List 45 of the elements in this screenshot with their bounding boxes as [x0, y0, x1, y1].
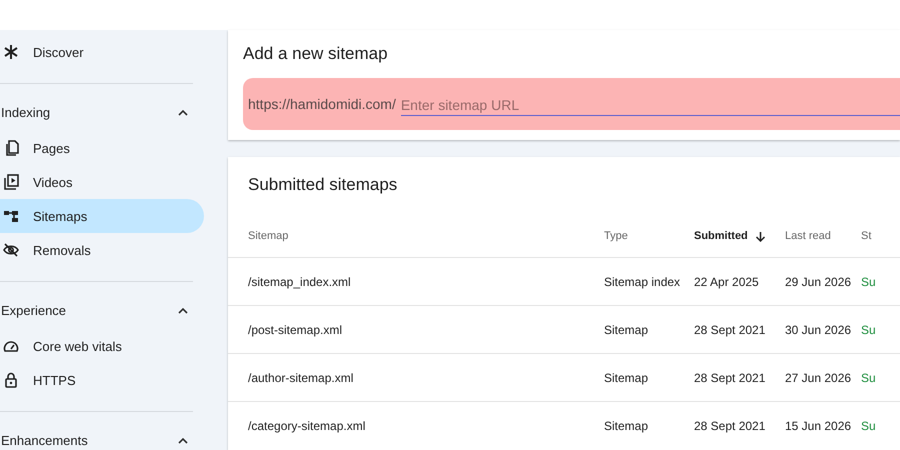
sidebar-item[interactable]: HTTPS — [0, 363, 204, 397]
table-cell: Sitemap — [604, 322, 648, 336]
table-cell: 27 Jun 2026 — [785, 370, 852, 384]
table-cell: Su — [861, 322, 876, 336]
column-header[interactable]: Type — [604, 230, 628, 242]
section-heading: Enhancements — [1, 433, 88, 448]
sidebar-item[interactable]: Pages — [0, 131, 204, 165]
table-cell: Su — [861, 418, 876, 432]
table-cell: Su — [861, 370, 876, 384]
table-cell: 29 Jun 2026 — [785, 274, 852, 288]
table-cell: /sitemap_index.xml — [248, 274, 351, 288]
table-cell: 15 Jun 2026 — [785, 418, 852, 432]
table-cell: 22 Apr 2025 — [694, 274, 759, 288]
table-cell: 28 Sept 2021 — [694, 370, 766, 384]
sidebar-item[interactable]: Videos — [0, 165, 204, 199]
asterisk-icon — [2, 43, 20, 61]
column-header[interactable]: Last read — [785, 230, 831, 242]
sidebar-item[interactable]: Core web vitals — [0, 329, 204, 363]
sidebar-item[interactable]: Discover — [0, 35, 204, 69]
sitemap-url-input[interactable]: Enter sitemap URL — [400, 92, 900, 116]
url-prefix: https://hamidomidi.com/ — [248, 96, 396, 112]
eye-off-icon — [2, 241, 20, 259]
card-title: Add a new sitemap — [243, 44, 389, 64]
table-cell: Sitemap — [604, 418, 648, 432]
table-cell: 28 Sept 2021 — [694, 322, 766, 336]
table-cell: Su — [861, 274, 876, 288]
column-header[interactable]: Sitemap — [248, 230, 288, 242]
lock-icon — [2, 371, 20, 389]
video-icon — [2, 173, 20, 191]
table-cell: Sitemap — [604, 370, 648, 384]
table-cell: /category-sitemap.xml — [248, 418, 366, 432]
sidebar-item[interactable]: Removals — [0, 233, 204, 267]
section-heading: Indexing — [1, 105, 50, 120]
column-header[interactable]: St — [861, 230, 872, 242]
sort-arrow-icon — [754, 230, 766, 242]
card-title: Submitted sitemaps — [247, 174, 398, 196]
column-header[interactable]: Submitted — [694, 230, 766, 242]
table-cell: Sitemap index — [604, 274, 680, 288]
table-cell: /post-sitemap.xml — [248, 322, 342, 336]
table-cell: 28 Sept 2021 — [694, 418, 766, 432]
sidebar-item[interactable]: Sitemaps — [0, 199, 204, 233]
table-cell: 30 Jun 2026 — [785, 322, 852, 336]
sitemap-url-field[interactable]: https://hamidomidi.com/ Enter sitemap URL — [243, 78, 900, 130]
section-heading: Experience — [1, 303, 66, 318]
table-cell: /author-sitemap.xml — [248, 370, 354, 384]
